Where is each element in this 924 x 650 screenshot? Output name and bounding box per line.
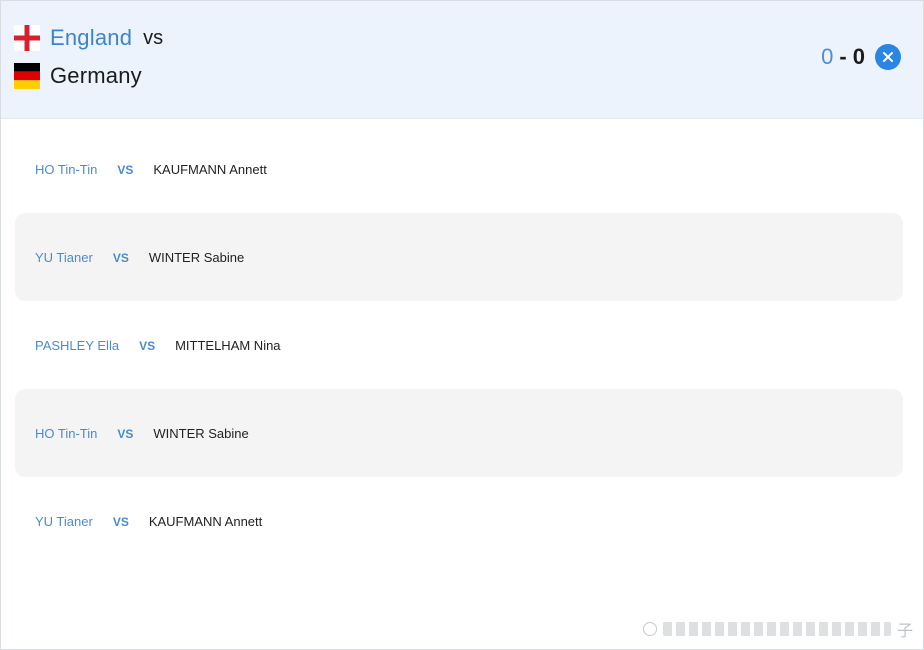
matchup-vs-label: VS bbox=[117, 427, 134, 441]
close-icon bbox=[883, 52, 893, 62]
away-player-name[interactable]: WINTER Sabine bbox=[149, 250, 244, 266]
away-team-row: Germany bbox=[14, 62, 142, 90]
matchup-row[interactable]: PASHLEY Ella VS MITTELHAM Nina bbox=[15, 301, 903, 389]
watermark-char: 子 bbox=[896, 621, 913, 640]
matchup-row[interactable]: HO Tin-Tin VS KAUFMANN Annett bbox=[15, 125, 903, 213]
watermark-circle-icon bbox=[643, 622, 657, 636]
watermark-text-blur bbox=[663, 622, 891, 636]
england-flag-icon bbox=[14, 25, 40, 51]
home-score: 0 bbox=[821, 44, 834, 69]
away-player-name[interactable]: WINTER Sabine bbox=[153, 426, 248, 442]
away-score: 0 bbox=[852, 44, 865, 69]
matchup-vs-label: VS bbox=[112, 515, 129, 529]
watermark: 子 bbox=[643, 619, 913, 640]
germany-flag-icon bbox=[14, 63, 40, 89]
matchup-row[interactable]: HO Tin-Tin VS WINTER Sabine bbox=[15, 389, 903, 477]
close-button[interactable] bbox=[875, 44, 901, 70]
home-player-name[interactable]: YU Tianer bbox=[35, 250, 93, 266]
away-player-name[interactable]: KAUFMANN Annett bbox=[149, 514, 262, 530]
away-player-name[interactable]: KAUFMANN Annett bbox=[153, 162, 266, 178]
matchup-row[interactable]: YU Tianer VS KAUFMANN Annett bbox=[15, 477, 903, 565]
match-detail-panel: England vs Germany 0 - 0 HO Tin-Tin VS K… bbox=[0, 0, 924, 650]
match-score: 0 - 0 bbox=[821, 43, 865, 71]
away-team-name: Germany bbox=[50, 63, 142, 88]
matchup-row[interactable]: YU Tianer VS WINTER Sabine bbox=[15, 213, 903, 301]
matchup-vs-label: VS bbox=[139, 339, 156, 353]
away-player-name[interactable]: MITTELHAM Nina bbox=[175, 338, 280, 354]
score-separator: - bbox=[839, 44, 847, 69]
matchup-vs-label: VS bbox=[117, 163, 134, 177]
matchup-vs-label: VS bbox=[112, 251, 129, 265]
home-player-name[interactable]: HO Tin-Tin bbox=[35, 162, 97, 178]
vs-label: vs bbox=[143, 27, 164, 49]
match-header: England vs Germany 0 - 0 bbox=[1, 1, 923, 119]
home-team-name: England bbox=[50, 25, 133, 50]
home-player-name[interactable]: HO Tin-Tin bbox=[35, 426, 97, 442]
home-team-row: England vs bbox=[14, 24, 163, 52]
home-player-name[interactable]: YU Tianer bbox=[35, 514, 93, 530]
matchup-list: HO Tin-Tin VS KAUFMANN Annett YU Tianer … bbox=[15, 125, 903, 565]
home-player-name[interactable]: PASHLEY Ella bbox=[35, 338, 119, 354]
